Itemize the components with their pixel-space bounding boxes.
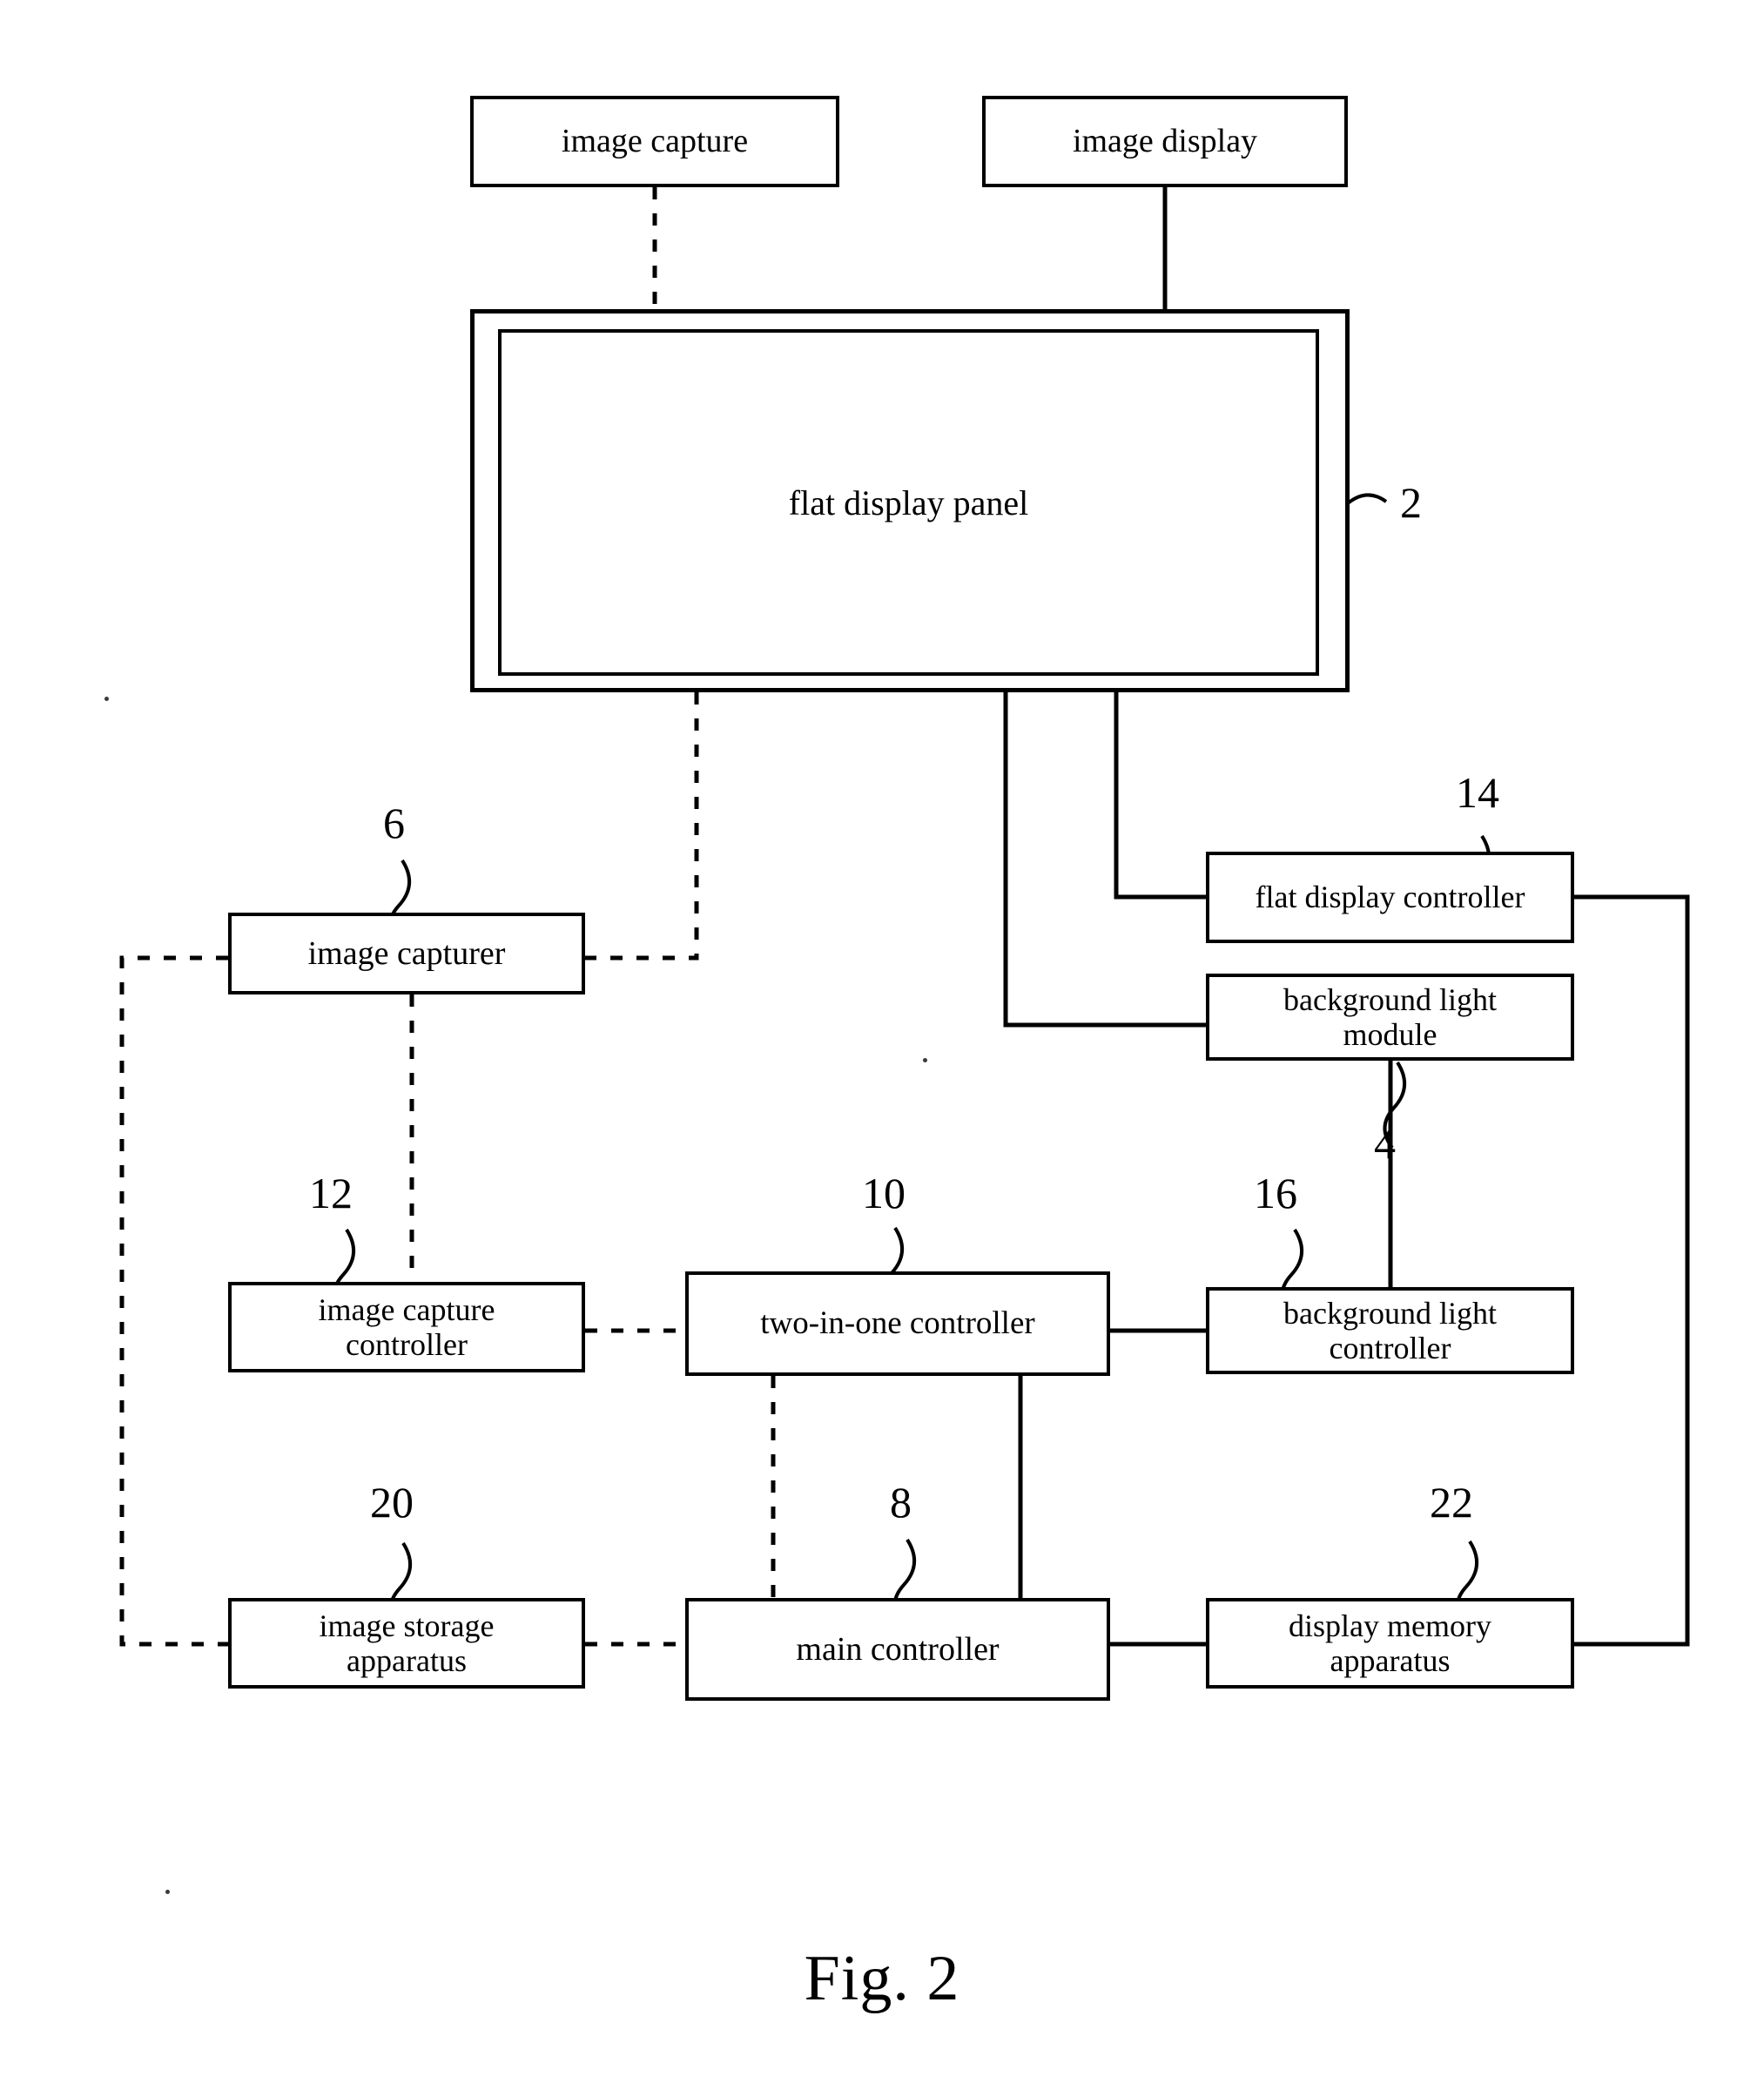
scan-speck xyxy=(104,697,109,701)
ref-numeral-4: 4 xyxy=(1374,1119,1396,1168)
block-two-in-one-controller[interactable]: two-in-one controller xyxy=(685,1271,1110,1376)
block-image-capture-label: image capture xyxy=(561,123,749,160)
ref-numeral-2: 2 xyxy=(1400,478,1422,527)
block-display-memory-apparatus-label: display memory apparatus xyxy=(1289,1608,1491,1678)
wire-image-capturer-to-image-storage xyxy=(119,955,228,1647)
scan-speck xyxy=(923,1058,927,1062)
wire-panel-to-flat-display-controller xyxy=(1114,692,1206,900)
block-image-display[interactable]: image display xyxy=(982,96,1348,187)
block-image-capturer[interactable]: image capturer xyxy=(228,913,585,994)
block-image-storage-apparatus[interactable]: image storage apparatus xyxy=(228,1598,585,1689)
ref-numeral-6: 6 xyxy=(383,799,405,847)
ref-numeral-12: 12 xyxy=(309,1169,353,1217)
block-image-capture[interactable]: image capture xyxy=(470,96,839,187)
ref-numeral-16: 16 xyxy=(1254,1169,1297,1217)
block-background-light-controller[interactable]: background light controller xyxy=(1206,1287,1574,1374)
block-flat-display-panel[interactable]: flat display panel xyxy=(498,329,1319,676)
wire-panel-to-image-capturer xyxy=(585,692,699,961)
ref-numeral-22: 22 xyxy=(1430,1478,1473,1527)
block-image-display-label: image display xyxy=(1072,123,1258,160)
ref-numeral-8: 8 xyxy=(890,1478,912,1527)
block-flat-display-controller[interactable]: flat display controller xyxy=(1206,852,1574,943)
block-display-memory-apparatus[interactable]: display memory apparatus xyxy=(1206,1598,1574,1689)
block-flat-display-panel-label: flat display panel xyxy=(788,482,1029,522)
block-image-storage-apparatus-label: image storage apparatus xyxy=(319,1608,495,1678)
block-two-in-one-controller-label: two-in-one controller xyxy=(760,1305,1035,1342)
figure-caption: Fig. 2 xyxy=(804,1943,960,2014)
block-image-capture-controller-label: image capture controller xyxy=(318,1291,495,1362)
patent-figure: image capture image display flat display… xyxy=(0,0,1764,2090)
block-main-controller[interactable]: main controller xyxy=(685,1598,1110,1701)
ref-numeral-10: 10 xyxy=(862,1169,906,1217)
block-image-capture-controller[interactable]: image capture controller xyxy=(228,1282,585,1372)
scan-speck xyxy=(165,1890,170,1894)
leader-2 xyxy=(1346,493,1388,505)
wire-panel-to-background-light-module xyxy=(1003,692,1206,1028)
block-flat-display-controller-label: flat display controller xyxy=(1255,880,1525,915)
ref-numeral-20: 20 xyxy=(370,1478,414,1527)
block-image-capturer-label: image capturer xyxy=(307,934,506,972)
block-main-controller-label: main controller xyxy=(796,1630,1000,1668)
block-background-light-controller-label: background light controller xyxy=(1283,1295,1497,1365)
wire-flat-display-controller-to-display-memory xyxy=(1574,894,1690,1647)
block-background-light-module[interactable]: background light module xyxy=(1206,974,1574,1061)
block-background-light-module-label: background light module xyxy=(1283,981,1497,1052)
ref-numeral-14: 14 xyxy=(1456,768,1499,817)
